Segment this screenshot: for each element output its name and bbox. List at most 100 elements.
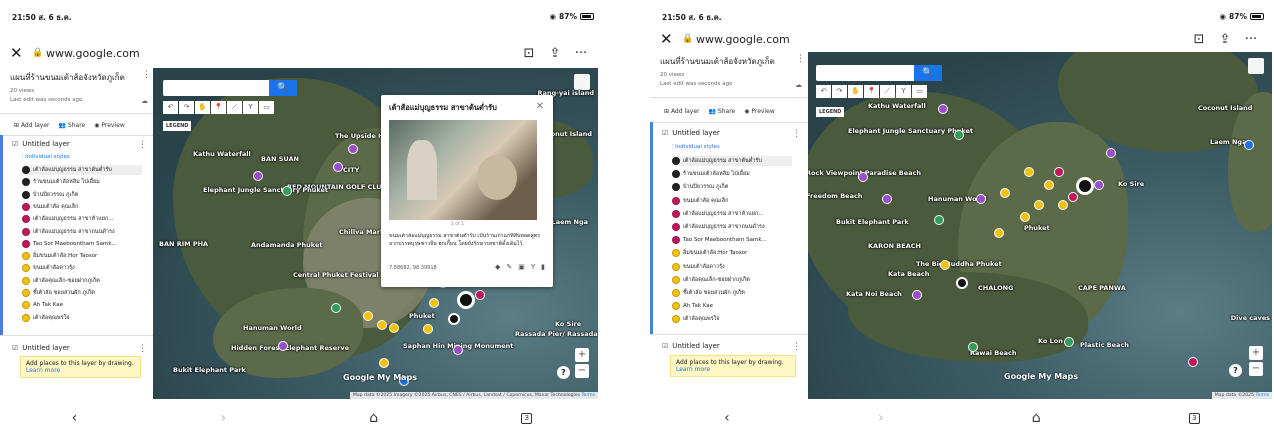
map-pin[interactable] [282, 186, 292, 196]
map-pin[interactable] [1094, 180, 1104, 190]
marker-icon[interactable]: 📍 [211, 101, 226, 114]
hand-icon[interactable]: ✋ [848, 85, 863, 98]
preview-button[interactable]: ◉ Preview [94, 122, 125, 129]
map-search-input[interactable] [816, 65, 916, 81]
share-button[interactable]: 👥 Share [59, 122, 86, 129]
layer-feature-item[interactable]: ขนมเต้าส้อดาวรุ้ง [672, 262, 792, 272]
line-icon[interactable]: ⟋ [880, 85, 895, 98]
checkbox-icon[interactable]: ☑ [12, 344, 18, 352]
layer-feature-item[interactable]: Tao Sor Maeboontham Samk... [672, 235, 792, 245]
directions-icon[interactable]: Y [531, 263, 535, 271]
layer-feature-item[interactable]: ร้านขนมเต้าส้อหลิม ไป่เอี้ยม [672, 169, 792, 179]
search-button[interactable]: 🔍 [269, 80, 297, 96]
selected-pin[interactable] [1076, 177, 1094, 195]
layer-header[interactable]: ☑ Untitled layer [12, 344, 70, 352]
redo-icon[interactable]: ↷ [832, 85, 847, 98]
share-icon[interactable]: ⇪ [1212, 32, 1238, 47]
map-pin[interactable] [1244, 140, 1254, 150]
search-button[interactable]: 🔍 [914, 65, 942, 81]
learn-more-link[interactable]: Learn more [676, 366, 790, 373]
map-pin[interactable] [475, 290, 485, 300]
close-icon[interactable]: ✕ [660, 30, 682, 48]
map-pin[interactable] [389, 323, 399, 333]
route-icon[interactable]: Y [896, 85, 911, 98]
map-pin[interactable] [1068, 192, 1078, 202]
layer-feature-item[interactable]: ขนมเต้าส้อดาวรุ้ง [22, 263, 142, 273]
layer-feature-item[interactable]: เต้าส้อแม่บุญธรรม สาขาต้นต่ำรับ [672, 156, 792, 166]
delete-icon[interactable]: ▮ [541, 263, 545, 271]
layer-feature-item[interactable]: เต้าส้อแม่บุญธรรม สาขาถนนดำรง [672, 222, 792, 232]
layer-feature-item[interactable]: เต้าส้อคุณพรใจ [22, 313, 142, 323]
share-button[interactable]: 👥 Share [709, 108, 736, 115]
layer-feature-item[interactable]: อิ่มขนมเต้าส้อ:Hor Taosor [672, 248, 792, 258]
legend-button[interactable]: LEGEND [816, 107, 845, 117]
more-vert-icon[interactable]: ⋮ [142, 70, 151, 80]
individual-styles-link[interactable]: ⫶ Individual styles [672, 144, 720, 151]
map-pin[interactable] [253, 171, 263, 181]
map-pin[interactable] [934, 215, 944, 225]
terms-link[interactable]: Terms [581, 393, 595, 398]
undo-icon[interactable]: ↶ [816, 85, 831, 98]
more-icon[interactable]: ··· [568, 46, 594, 61]
map-pin[interactable] [858, 172, 868, 182]
map-pin[interactable] [1188, 357, 1198, 367]
terms-link[interactable]: Terms [1255, 393, 1269, 398]
map-pin[interactable] [940, 260, 950, 270]
map-pin[interactable] [976, 194, 986, 204]
layer-header[interactable]: ☑ Untitled layer [12, 140, 70, 148]
share-icon[interactable]: ⇪ [542, 46, 568, 61]
help-button[interactable]: ? [557, 366, 570, 379]
map-pin[interactable] [938, 104, 948, 114]
marker-icon[interactable]: 📍 [864, 85, 879, 98]
map-pin[interactable] [1000, 188, 1010, 198]
map-pin[interactable] [333, 162, 343, 172]
checkbox-icon[interactable]: ☑ [662, 342, 668, 350]
tabs-button[interactable]: 3 [1188, 412, 1200, 424]
map-pin[interactable] [453, 345, 463, 355]
layer-feature-item[interactable]: บ้านปิยวรรณ ภูเก็ต [672, 182, 792, 192]
preview-button[interactable]: ◉ Preview [744, 108, 775, 115]
map-canvas[interactable]: 🔍 ↶ ↷ ✋ 📍 ⟋ Y ▭ LEGEND Kathu Waterfall E… [808, 52, 1272, 399]
url-text[interactable]: www.google.com [46, 47, 516, 60]
map-pin[interactable] [448, 313, 460, 325]
home-button[interactable]: ⌂ [369, 410, 378, 426]
layer-feature-item[interactable]: ร้านขนมเต้าส้อหลิม ไป่เอี้ยม [22, 177, 142, 187]
fullscreen-button[interactable] [1248, 58, 1264, 74]
map-pin[interactable] [363, 311, 373, 321]
layer-feature-item[interactable]: เต้าส้อแม่บุญธรรม สาขาต้นต่ำรับ [22, 165, 142, 175]
map-pin[interactable] [1106, 148, 1116, 158]
route-icon[interactable]: Y [243, 101, 258, 114]
legend-button[interactable]: LEGEND [163, 121, 192, 131]
map-search-input[interactable] [163, 80, 271, 96]
zoom-in-button[interactable]: + [1249, 346, 1263, 360]
more-vert-icon[interactable]: ⋮ [138, 140, 147, 150]
more-vert-icon[interactable]: ⋮ [796, 54, 805, 64]
zoom-out-button[interactable]: − [1249, 362, 1263, 376]
map-pin[interactable] [882, 194, 892, 204]
hand-icon[interactable]: ✋ [195, 101, 210, 114]
layer-feature-item[interactable]: Ah Tak Kae [672, 301, 792, 311]
place-photo[interactable] [389, 120, 537, 220]
map-pin[interactable] [1058, 200, 1068, 210]
fullscreen-button[interactable] [574, 74, 590, 90]
map-pin[interactable] [278, 341, 288, 351]
tabs-button[interactable]: 3 [521, 412, 533, 424]
bookmark-icon[interactable]: ⊡ [1186, 32, 1212, 47]
layer-feature-item[interactable]: เต้าส้อคุณพรใจ [672, 314, 792, 324]
back-button[interactable]: ‹ [724, 410, 730, 426]
close-icon[interactable]: ✕ [536, 101, 544, 112]
camera-icon[interactable]: ▣ [518, 263, 525, 271]
map-pin[interactable] [377, 320, 387, 330]
map-pin[interactable] [912, 290, 922, 300]
edit-icon[interactable]: ✎ [506, 263, 512, 271]
layer-feature-item[interactable]: บ้านปิยวรรณ ภูเก็ต [22, 190, 142, 200]
line-icon[interactable]: ⟋ [227, 101, 242, 114]
more-vert-icon[interactable]: ⋮ [138, 344, 147, 354]
bookmark-icon[interactable]: ⊡ [516, 46, 542, 61]
layer-header[interactable]: ☑ Untitled layer [662, 129, 720, 137]
redo-icon[interactable]: ↷ [179, 101, 194, 114]
help-button[interactable]: ? [1229, 364, 1242, 377]
map-pin[interactable] [423, 324, 433, 334]
more-vert-icon[interactable]: ⋮ [792, 342, 801, 352]
selected-pin[interactable] [457, 291, 475, 309]
